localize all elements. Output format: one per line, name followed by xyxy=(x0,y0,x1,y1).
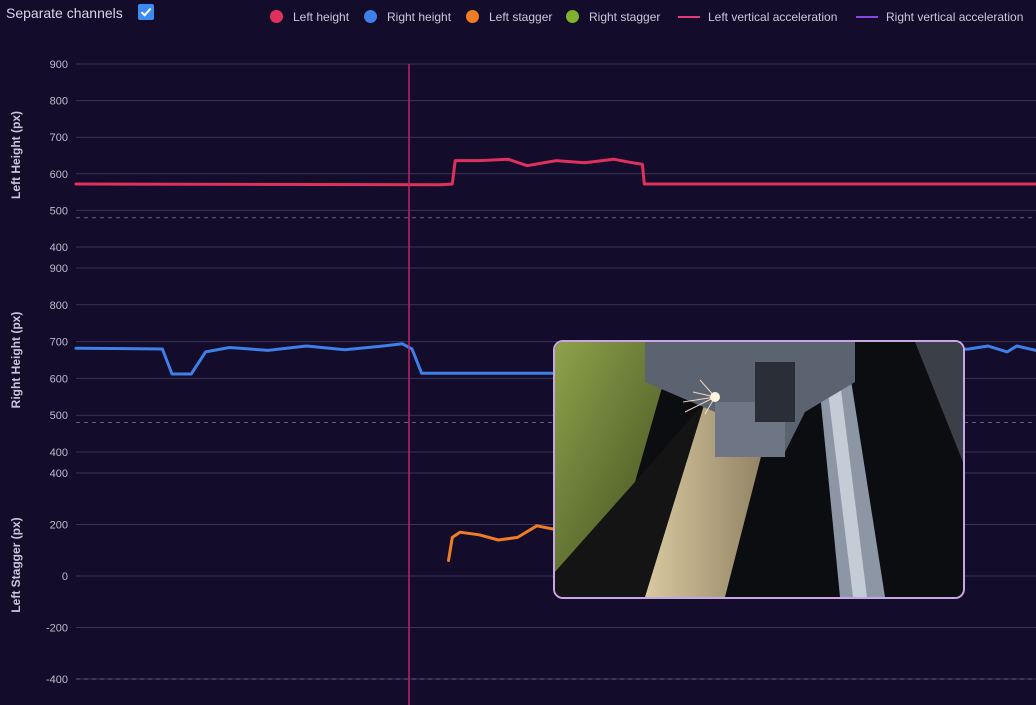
y-tick-label: -200 xyxy=(46,623,68,635)
y-tick-label: 0 xyxy=(62,571,68,583)
left-height-panel: 900 800 700 600 500 400 Left Height (px) xyxy=(9,59,1036,254)
y-tick-label: 400 xyxy=(50,447,68,459)
y-tick-label: 700 xyxy=(50,132,68,144)
camera-feed-thumbnail xyxy=(555,342,963,597)
y-axis-label: Right Height (px) xyxy=(9,312,23,409)
y-tick-label: 700 xyxy=(50,337,68,349)
series-line-left-height xyxy=(74,157,1036,187)
y-tick-label: 800 xyxy=(50,300,68,312)
y-tick-label: 900 xyxy=(50,263,68,275)
y-tick-label: 500 xyxy=(50,205,68,217)
y-axis-label: Left Stagger (px) xyxy=(9,517,23,612)
y-tick-label: 600 xyxy=(50,169,68,181)
y-tick-label: -400 xyxy=(46,674,68,686)
y-tick-label: 900 xyxy=(50,59,68,71)
y-tick-label: 200 xyxy=(50,520,68,532)
y-tick-label: 400 xyxy=(50,468,68,480)
y-tick-label: 500 xyxy=(50,410,68,422)
y-tick-label: 400 xyxy=(50,242,68,254)
y-axis-label: Left Height (px) xyxy=(9,111,23,199)
y-tick-label: 800 xyxy=(50,96,68,108)
video-overlay[interactable] xyxy=(553,340,965,599)
y-tick-label: 600 xyxy=(50,373,68,385)
